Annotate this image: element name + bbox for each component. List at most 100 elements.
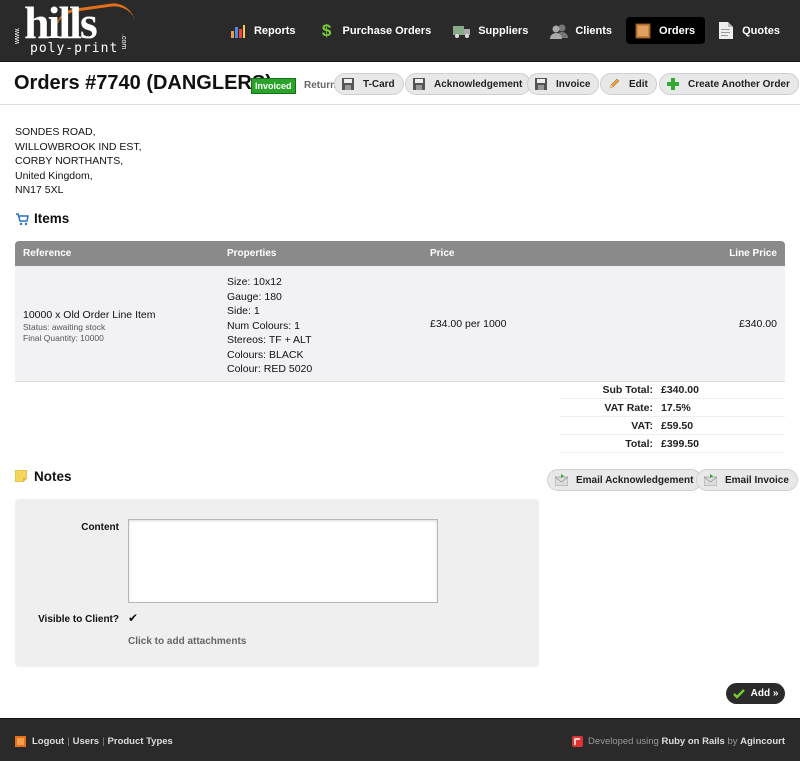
agincourt-logo-icon bbox=[572, 736, 584, 747]
bar-chart-icon bbox=[229, 22, 247, 40]
order-totals: Sub Total: £340.00 VAT Rate: 17.5% VAT: … bbox=[560, 381, 785, 453]
total-value: £340.00 bbox=[661, 383, 699, 396]
property: Side: 1 bbox=[227, 305, 260, 317]
nav-quotes[interactable]: Quotes bbox=[709, 17, 790, 44]
nav-label: Reports bbox=[253, 24, 296, 37]
item-properties: Size: 10x12 Gauge: 180 Side: 1 Num Colou… bbox=[227, 275, 312, 377]
nav-label: Orders bbox=[659, 24, 696, 37]
separator: | bbox=[102, 736, 105, 747]
content-label: Content bbox=[81, 522, 119, 533]
visible-to-client-label: Visible to Client? bbox=[38, 614, 119, 625]
tcard-label: T-Card bbox=[363, 78, 395, 90]
item-final-quantity: Final Quantity: 10000 bbox=[23, 333, 104, 343]
pencil-icon bbox=[607, 77, 621, 91]
footer-links: Logout | Users | Product Types bbox=[15, 736, 173, 747]
truck-icon bbox=[453, 22, 471, 40]
property: Colour: RED 5020 bbox=[227, 363, 313, 375]
invoice-label: Invoice bbox=[556, 78, 591, 90]
col-properties: Properties bbox=[227, 248, 277, 259]
nav-reports[interactable]: Reports bbox=[221, 17, 306, 44]
create-another-order-button[interactable]: Create Another Order bbox=[659, 73, 799, 95]
hills-poly-print-logo[interactable]: www. hills poly-print .com bbox=[14, 0, 144, 58]
nav-label: Purchase Orders bbox=[342, 24, 432, 37]
grand-total-row: Total: £399.50 bbox=[560, 435, 785, 453]
email-icon bbox=[554, 473, 568, 487]
nav-purchase-orders[interactable]: $ Purchase Orders bbox=[310, 17, 442, 44]
product-types-link[interactable]: Product Types bbox=[108, 736, 173, 747]
main-nav: Reports $ Purchase Orders Suppliers Clie… bbox=[221, 17, 790, 44]
property: Stereos: TF + ALT bbox=[227, 334, 312, 346]
edit-button[interactable]: Edit bbox=[600, 73, 657, 95]
address-line: SONDES ROAD, bbox=[15, 126, 96, 138]
cart-icon bbox=[15, 212, 29, 226]
item-line-price: £340.00 bbox=[739, 318, 777, 330]
developer-credit: Developed using Ruby on Rails by Agincou… bbox=[572, 736, 785, 747]
notes-heading-label: Notes bbox=[34, 469, 72, 484]
items-heading: Items bbox=[15, 211, 69, 226]
save-disk-icon bbox=[341, 77, 355, 91]
property: Size: 10x12 bbox=[227, 276, 282, 288]
subtotal-row: Sub Total: £340.00 bbox=[560, 381, 785, 399]
separator: | bbox=[67, 736, 70, 747]
email-acknowledgement-button[interactable]: Email Acknowledgement bbox=[547, 469, 703, 491]
add-label: Add » bbox=[750, 688, 779, 699]
acknowledgement-label: Acknowledgement bbox=[434, 78, 523, 90]
document-icon bbox=[717, 22, 735, 40]
acknowledgement-button[interactable]: Acknowledgement bbox=[405, 73, 532, 95]
users-icon bbox=[550, 22, 569, 40]
create-another-label: Create Another Order bbox=[688, 78, 790, 90]
total-label: VAT: bbox=[631, 419, 653, 432]
nav-clients[interactable]: Clients bbox=[542, 17, 622, 44]
edit-label: Edit bbox=[629, 78, 648, 90]
logo-com: .com bbox=[120, 34, 127, 50]
return-link[interactable]: Return bbox=[304, 80, 336, 91]
vat-row: VAT: £59.50 bbox=[560, 417, 785, 435]
col-price: Price bbox=[430, 248, 455, 259]
status-badge: Invoiced bbox=[251, 78, 296, 94]
total-value: 17.5% bbox=[661, 401, 691, 414]
item-meta: Status: awaiting stock Final Quantity: 1… bbox=[23, 322, 105, 344]
credit-by: by bbox=[727, 736, 738, 747]
logo-poly-print: poly-print bbox=[30, 41, 119, 56]
top-navigation-bar: www. hills poly-print .com Reports $ Pur… bbox=[0, 0, 800, 62]
page-header: Orders #7740 (DANGLERS) Invoiced Return … bbox=[0, 63, 800, 105]
logout-link[interactable]: Logout bbox=[32, 736, 64, 747]
footer: Logout | Users | Product Types Developed… bbox=[0, 718, 800, 761]
address-line: United Kingdom, bbox=[15, 169, 93, 182]
check-icon bbox=[732, 688, 745, 700]
plus-icon bbox=[666, 77, 680, 91]
logout-icon bbox=[15, 736, 26, 747]
table-row: 10000 x Old Order Line Item Status: awai… bbox=[15, 266, 785, 382]
email-icon bbox=[703, 473, 717, 487]
total-value: £59.50 bbox=[661, 419, 694, 432]
credit-company[interactable]: Agincourt bbox=[740, 736, 785, 747]
box-icon bbox=[634, 22, 652, 40]
email-invoice-label: Email Invoice bbox=[725, 474, 789, 486]
visible-to-client-checkbox[interactable]: ✔ bbox=[128, 612, 139, 624]
nav-label: Suppliers bbox=[478, 24, 529, 37]
users-link[interactable]: Users bbox=[73, 736, 99, 747]
property: Num Colours: 1 bbox=[227, 319, 300, 332]
nav-orders[interactable]: Orders bbox=[626, 17, 706, 44]
nav-label: Quotes bbox=[742, 24, 780, 37]
credit-tech[interactable]: Ruby on Rails bbox=[661, 736, 724, 747]
items-table: Reference Properties Price Line Price 10… bbox=[15, 241, 785, 382]
nav-suppliers[interactable]: Suppliers bbox=[445, 17, 538, 44]
total-label: Total: bbox=[625, 437, 653, 450]
add-note-button[interactable]: Add » bbox=[726, 683, 785, 704]
invoice-button[interactable]: Invoice bbox=[527, 73, 600, 95]
table-header: Reference Properties Price Line Price bbox=[15, 241, 785, 266]
add-attachments-link[interactable]: Click to add attachments bbox=[128, 636, 246, 647]
save-disk-icon bbox=[534, 77, 548, 91]
total-value: £399.50 bbox=[661, 437, 699, 450]
email-acknowledgement-label: Email Acknowledgement bbox=[576, 474, 694, 486]
notes-heading: Notes bbox=[15, 469, 72, 484]
item-status: Status: awaiting stock bbox=[23, 322, 106, 332]
address-line: CORBY NORTHANTS, bbox=[15, 155, 124, 167]
col-line-price: Line Price bbox=[729, 248, 777, 259]
total-label: Sub Total: bbox=[602, 383, 653, 396]
note-content-textarea[interactable] bbox=[128, 519, 438, 603]
email-invoice-button[interactable]: Email Invoice bbox=[696, 469, 798, 491]
vat-rate-row: VAT Rate: 17.5% bbox=[560, 399, 785, 417]
tcard-button[interactable]: T-Card bbox=[334, 73, 404, 95]
